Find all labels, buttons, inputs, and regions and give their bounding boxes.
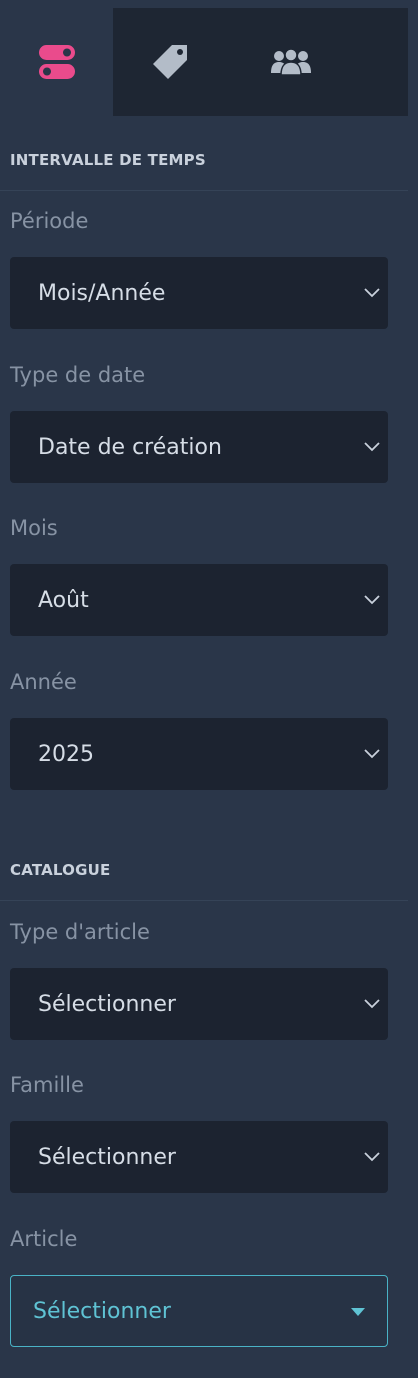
chevron-down-icon — [364, 1152, 380, 1162]
section-divider — [0, 900, 408, 901]
section-title-catalogue: CATALOGUE — [10, 861, 111, 879]
famille-value: Sélectionner — [38, 1144, 176, 1170]
type-article-value: Sélectionner — [38, 991, 176, 1017]
article-value: Sélectionner — [33, 1298, 171, 1324]
tab-users[interactable] — [226, 8, 356, 116]
type-date-label: Type de date — [10, 363, 146, 387]
periode-value: Mois/Année — [38, 280, 166, 306]
periode-label: Période — [10, 209, 89, 233]
mois-label: Mois — [10, 516, 58, 540]
annee-value: 2025 — [38, 741, 94, 767]
tab-tags[interactable] — [113, 8, 226, 116]
article-label: Article — [10, 1227, 78, 1251]
chevron-down-icon — [364, 749, 380, 759]
annee-select[interactable]: 2025 — [10, 718, 388, 790]
periode-select[interactable]: Mois/Année — [10, 257, 388, 329]
famille-select[interactable]: Sélectionner — [10, 1121, 388, 1193]
users-group-icon — [271, 49, 311, 75]
caret-down-icon — [351, 1308, 365, 1316]
chevron-down-icon — [364, 999, 380, 1009]
type-date-select[interactable]: Date de création — [10, 411, 388, 483]
scrollbar-track[interactable] — [408, 0, 418, 1378]
article-select[interactable]: Sélectionner — [10, 1275, 388, 1347]
tag-icon — [152, 45, 187, 79]
section-divider — [0, 190, 408, 191]
type-date-value: Date de création — [38, 434, 222, 460]
chevron-down-icon — [364, 288, 380, 298]
famille-label: Famille — [10, 1073, 84, 1097]
top-strip — [0, 0, 418, 8]
annee-label: Année — [10, 670, 77, 694]
type-article-select[interactable]: Sélectionner — [10, 968, 388, 1040]
chevron-down-icon — [364, 595, 380, 605]
panel-tabs — [0, 8, 408, 116]
chevron-down-icon — [364, 442, 380, 452]
mois-select[interactable]: Août — [10, 564, 388, 636]
toggle-icon — [38, 45, 75, 79]
mois-value: Août — [38, 587, 89, 613]
tab-filters[interactable] — [0, 8, 113, 116]
type-article-label: Type d'article — [10, 920, 150, 944]
section-title-time: INTERVALLE DE TEMPS — [10, 151, 206, 169]
